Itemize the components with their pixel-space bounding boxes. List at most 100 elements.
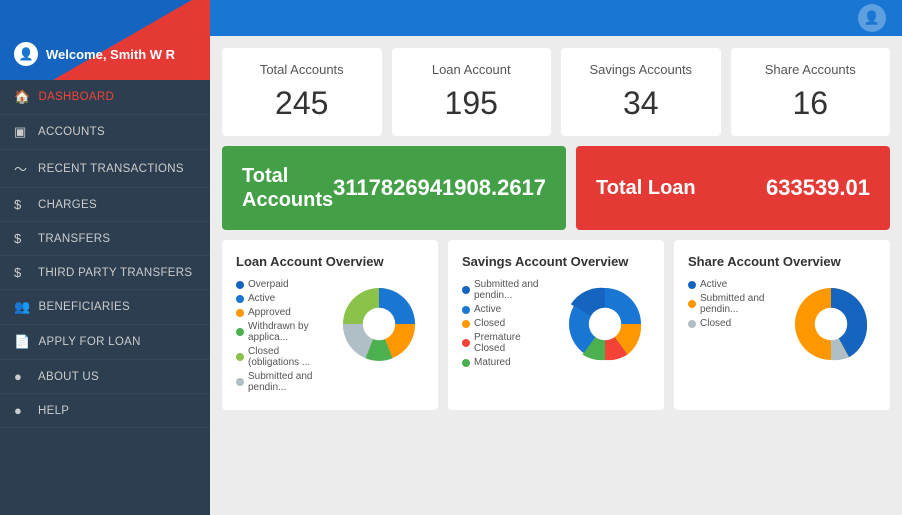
share-pie-svg: [786, 279, 876, 369]
total-accounts-card: TotalAccounts 3117826941908.2617: [222, 146, 566, 230]
loan-chart-card: Loan Account Overview Overpaid Active: [222, 240, 438, 410]
legend-dot: [462, 339, 470, 347]
sidebar-item-recent-transactions[interactable]: 〜 RECENT TRANSACTIONS: [0, 150, 210, 188]
legend-dot: [462, 359, 470, 367]
loan-chart-title: Loan Account Overview: [236, 254, 424, 269]
sidebar-item-third-party-transfers[interactable]: $ THIRD PARTY TRANSFERS: [0, 256, 210, 290]
legend-item: Closed (obligations ...: [236, 346, 326, 368]
sidebar-item-dashboard[interactable]: 🏠 DASHBOARD: [0, 80, 210, 115]
stats-row: Total Accounts 245 Loan Account 195 Savi…: [222, 48, 890, 136]
total-loan-value: 633539.01: [766, 175, 870, 201]
sidebar-header: 👤 Welcome, Smith W R: [0, 0, 210, 80]
help-icon: ●: [14, 403, 30, 418]
savings-chart-content: Submitted and pendin... Active Closed: [462, 279, 650, 371]
legend-dot: [236, 295, 244, 303]
third-party-icon: $: [14, 265, 30, 280]
sidebar-item-about-us[interactable]: ● ABOUT US: [0, 360, 210, 394]
sidebar-item-label: ABOUT US: [38, 371, 99, 383]
sidebar-item-accounts[interactable]: ▣ ACCOUNTS: [0, 115, 210, 150]
stat-total-accounts-label: Total Accounts: [238, 62, 366, 77]
accounts-icon: ▣: [14, 124, 30, 140]
legend-item: Submitted and pendin...: [462, 279, 552, 301]
legend-dot: [462, 286, 470, 294]
sidebar-item-label: TRANSFERS: [38, 233, 110, 245]
legend-item: Active: [462, 304, 552, 315]
main-content: 👤 Total Accounts 245 Loan Account 195 Sa…: [210, 0, 902, 515]
legend-item: Submitted and pendin...: [688, 293, 778, 315]
user-info: 👤 Welcome, Smith W R: [14, 42, 175, 66]
legend-item: Premature Closed: [462, 332, 552, 354]
legend-item: Active: [236, 293, 326, 304]
savings-pie-svg: [560, 279, 650, 369]
stat-savings-label: Savings Accounts: [577, 62, 705, 77]
sidebar-item-label: DASHBOARD: [39, 91, 115, 103]
sidebar-item-beneficiaries[interactable]: 👥 BENEFICIARIES: [0, 290, 210, 325]
total-loan-card: Total Loan 633539.01: [576, 146, 890, 230]
sidebar-item-label: BENEFICIARIES: [39, 301, 130, 313]
total-accounts-label: TotalAccounts: [242, 164, 333, 212]
legend-dot: [236, 378, 244, 386]
totals-row: TotalAccounts 3117826941908.2617 Total L…: [222, 146, 890, 230]
loan-chart-content: Overpaid Active Approved Withdrawn: [236, 279, 424, 396]
stat-total-accounts: Total Accounts 245: [222, 48, 382, 136]
stat-loan-value: 195: [408, 85, 536, 122]
sidebar-nav: 🏠 DASHBOARD ▣ ACCOUNTS 〜 RECENT TRANSACT…: [0, 80, 210, 428]
sidebar-item-label: THIRD PARTY TRANSFERS: [38, 267, 192, 279]
legend-dot: [688, 300, 696, 308]
transfers-icon: $: [14, 231, 30, 246]
legend-dot: [688, 281, 696, 289]
beneficiaries-icon: 👥: [14, 299, 31, 315]
sidebar-item-charges[interactable]: $ CHARGES: [0, 188, 210, 222]
legend-item: Submitted and pendin...: [236, 371, 326, 393]
loan-pie-svg: [334, 279, 424, 369]
stat-savings-accounts: Savings Accounts 34: [561, 48, 721, 136]
stat-share-accounts: Share Accounts 16: [731, 48, 891, 136]
stat-share-label: Share Accounts: [747, 62, 875, 77]
share-chart-card: Share Account Overview Active Submitted …: [674, 240, 890, 410]
total-accounts-value: 3117826941908.2617: [333, 175, 546, 201]
stat-loan-account: Loan Account 195: [392, 48, 552, 136]
savings-chart-title: Savings Account Overview: [462, 254, 650, 269]
legend-dot: [236, 328, 244, 336]
sidebar-item-label: APPLY FOR LOAN: [39, 336, 141, 348]
top-bar-avatar[interactable]: 👤: [858, 4, 886, 32]
charges-icon: $: [14, 197, 30, 212]
legend-item: Overpaid: [236, 279, 326, 290]
dashboard: Total Accounts 245 Loan Account 195 Savi…: [210, 36, 902, 515]
legend-item: Active: [688, 279, 778, 290]
sidebar: 👤 Welcome, Smith W R 🏠 DASHBOARD ▣ ACCOU…: [0, 0, 210, 515]
user-welcome: Welcome, Smith W R: [46, 47, 175, 62]
share-chart-legend: Active Submitted and pendin... Closed: [688, 279, 778, 332]
legend-dot: [236, 353, 244, 361]
stat-loan-label: Loan Account: [408, 62, 536, 77]
legend-dot: [236, 281, 244, 289]
sidebar-item-label: HELP: [38, 405, 69, 417]
sidebar-item-label: RECENT TRANSACTIONS: [38, 163, 184, 175]
total-loan-label: Total Loan: [596, 176, 696, 200]
stat-share-value: 16: [747, 85, 875, 122]
legend-item: Closed: [688, 318, 778, 329]
legend-item: Matured: [462, 357, 552, 368]
legend-item: Withdrawn by applica...: [236, 321, 326, 343]
transactions-icon: 〜: [14, 159, 30, 178]
share-pie-chart: [786, 279, 876, 369]
sidebar-item-label: CHARGES: [38, 199, 97, 211]
legend-dot: [462, 320, 470, 328]
sidebar-item-label: ACCOUNTS: [38, 126, 105, 138]
legend-dot: [462, 306, 470, 314]
avatar: 👤: [14, 42, 38, 66]
share-chart-title: Share Account Overview: [688, 254, 876, 269]
stat-savings-value: 34: [577, 85, 705, 122]
about-icon: ●: [14, 369, 30, 384]
dashboard-icon: 🏠: [14, 89, 31, 105]
sidebar-item-help[interactable]: ● HELP: [0, 394, 210, 428]
sidebar-item-apply-for-loan[interactable]: 📄 APPLY FOR LOAN: [0, 325, 210, 360]
loan-pie-chart: [334, 279, 424, 369]
charts-row: Loan Account Overview Overpaid Active: [222, 240, 890, 410]
sidebar-item-transfers[interactable]: $ TRANSFERS: [0, 222, 210, 256]
legend-dot: [688, 320, 696, 328]
share-chart-content: Active Submitted and pendin... Closed: [688, 279, 876, 369]
loan-chart-legend: Overpaid Active Approved Withdrawn: [236, 279, 326, 396]
stat-total-accounts-value: 245: [238, 85, 366, 122]
legend-item: Approved: [236, 307, 326, 318]
